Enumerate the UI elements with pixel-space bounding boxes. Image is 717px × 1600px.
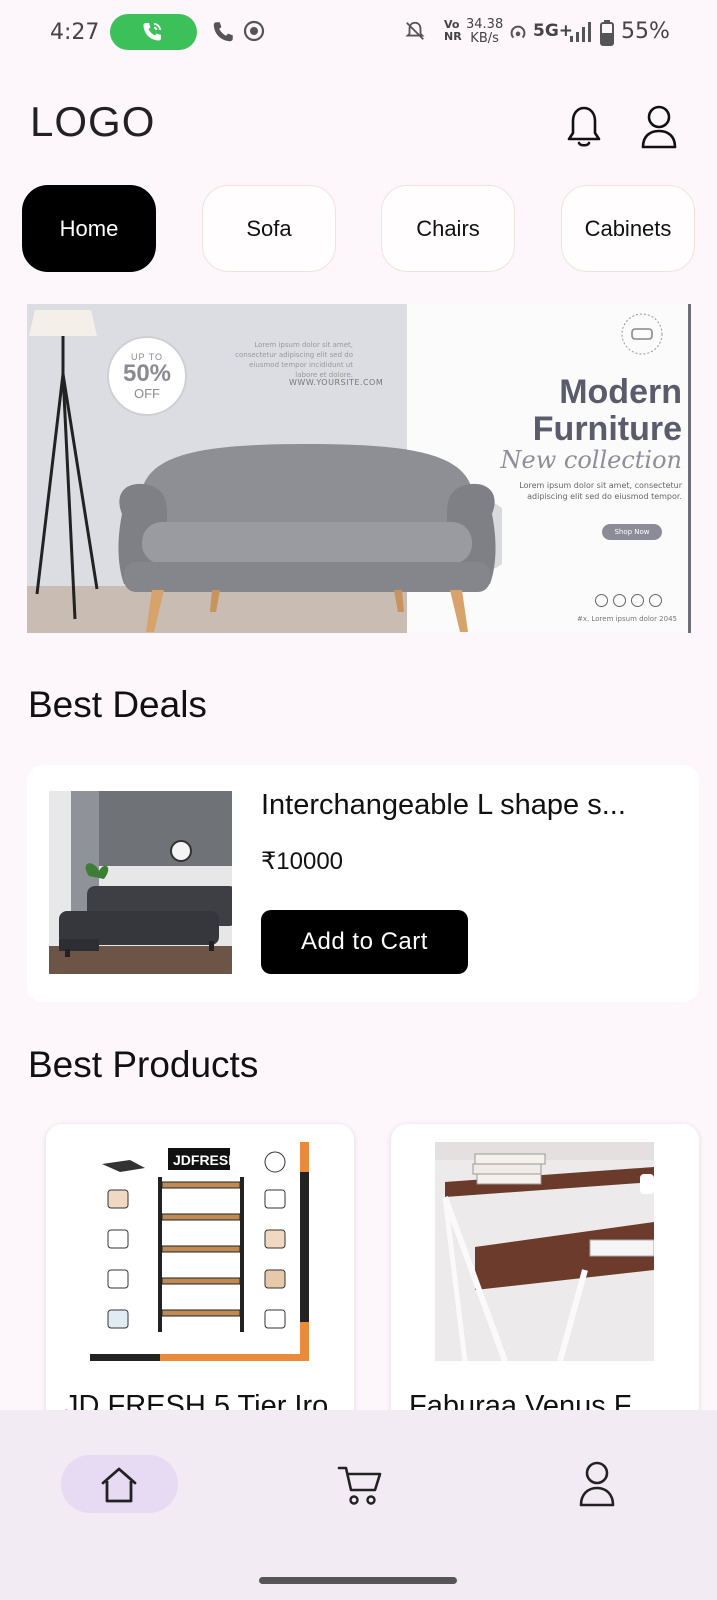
status-bar: 4:27 Vo NR 34.38 KB/s 5G+ 55%	[0, 0, 717, 66]
banner-website: WWW.YOURSITE.COM	[289, 378, 384, 387]
category-chip-chairs[interactable]: Chairs	[381, 185, 515, 272]
deal-card[interactable]: Interchangeable L shape s... ₹10000 Add …	[27, 765, 699, 1002]
user-icon[interactable]	[640, 104, 678, 150]
banner-shop-now-button[interactable]: Shop Now	[602, 524, 662, 540]
deal-product-price: ₹10000	[261, 848, 344, 875]
product-card[interactable]: JDFRESH JD FRESH 5 Tier Iro...	[46, 1124, 354, 1424]
mute-bell-icon	[405, 21, 425, 40]
facebook-icon	[595, 594, 608, 607]
nav-home-tab[interactable]	[61, 1455, 178, 1513]
app-logo[interactable]: LOGO	[30, 98, 155, 146]
jdfresh-brand-label: JDFRESH	[173, 1152, 238, 1168]
bottom-navigation	[0, 1410, 717, 1600]
category-chip-home[interactable]: Home	[22, 185, 156, 272]
promo-banner[interactable]: UP TO 50% OFF Lorem ipsum dolor sit amet…	[27, 304, 691, 633]
phone-call-icon	[143, 23, 161, 41]
status-time: 4:27	[50, 20, 100, 45]
category-chip-cabinets[interactable]: Cabinets	[561, 185, 695, 272]
category-chip-sofa[interactable]: Sofa	[202, 185, 336, 272]
deal-product-title[interactable]: Interchangeable L shape s...	[261, 789, 671, 822]
youtube-icon	[649, 594, 662, 607]
bell-icon[interactable]	[566, 104, 602, 150]
home-icon	[101, 1467, 137, 1503]
network-speed: 34.38 KB/s	[466, 17, 504, 46]
cart-icon[interactable]	[337, 1464, 383, 1506]
deal-product-image[interactable]	[49, 791, 232, 974]
instagram-icon	[613, 594, 626, 607]
banner-address: #x. Lorem ipsum dolor 2045	[577, 615, 677, 623]
product-card[interactable]: Faburaa Venus F...	[391, 1124, 699, 1424]
sofa-illustration	[118, 444, 502, 632]
volte-indicator: Vo NR	[444, 18, 462, 43]
add-to-cart-button[interactable]: Add to Cart	[261, 910, 468, 974]
banner-lorem-text: Lorem ipsum dolor sit amet, consectetur …	[235, 341, 353, 379]
user-icon[interactable]	[578, 1460, 616, 1508]
best-products-title: Best Products	[28, 1044, 259, 1085]
product-image[interactable]: JDFRESH	[90, 1142, 309, 1361]
phone-icon	[213, 22, 233, 42]
banner-description: Lorem ipsum dolor sit amet, consectetur …	[519, 481, 682, 501]
battery-percent: 55%	[621, 19, 670, 44]
best-deals-title: Best Deals	[28, 684, 207, 725]
banner-title: Modern Furniture	[532, 373, 682, 448]
signal-icon	[570, 22, 591, 42]
brand-seal-icon	[621, 313, 663, 355]
ongoing-call-pill[interactable]	[110, 14, 197, 50]
twitter-icon	[631, 594, 644, 607]
banner-script-text: New collection	[500, 446, 683, 474]
gesture-navigation-bar[interactable]	[259, 1577, 457, 1584]
vpn-shield-icon	[243, 20, 265, 42]
discount-badge: UP TO 50% OFF	[107, 336, 187, 416]
hotspot-icon	[510, 25, 526, 39]
product-image[interactable]	[435, 1142, 654, 1361]
battery-icon	[600, 20, 614, 46]
banner-edge	[688, 304, 691, 633]
